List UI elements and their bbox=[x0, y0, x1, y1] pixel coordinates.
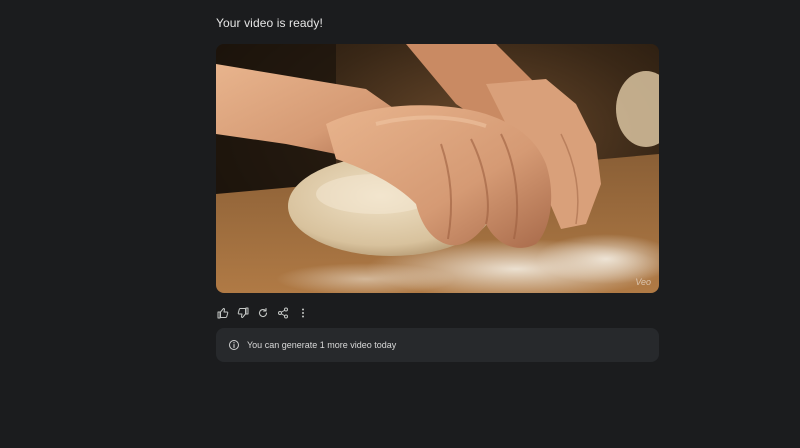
video-frame bbox=[216, 44, 659, 293]
thumbs-up-icon bbox=[217, 308, 229, 319]
thumbs-down-icon bbox=[237, 307, 249, 318]
video-watermark: Veo bbox=[635, 277, 651, 287]
share-button[interactable] bbox=[276, 306, 290, 320]
info-icon bbox=[228, 339, 240, 351]
regenerate-icon bbox=[259, 307, 268, 318]
response-actions bbox=[216, 306, 316, 320]
share-icon bbox=[278, 307, 288, 319]
generation-limit-notice: You can generate 1 more video today bbox=[216, 328, 659, 362]
more-options-icon bbox=[302, 308, 304, 318]
regenerate-button[interactable] bbox=[256, 306, 270, 320]
generated-video[interactable]: Veo bbox=[216, 44, 659, 293]
more-options-button[interactable] bbox=[296, 306, 310, 320]
status-message: Your video is ready! bbox=[216, 16, 323, 30]
thumbs-down-button[interactable] bbox=[236, 306, 250, 320]
thumbs-up-button[interactable] bbox=[216, 306, 230, 320]
notice-text: You can generate 1 more video today bbox=[247, 340, 397, 350]
page: Your video is ready! Veo You can generat… bbox=[0, 0, 800, 448]
